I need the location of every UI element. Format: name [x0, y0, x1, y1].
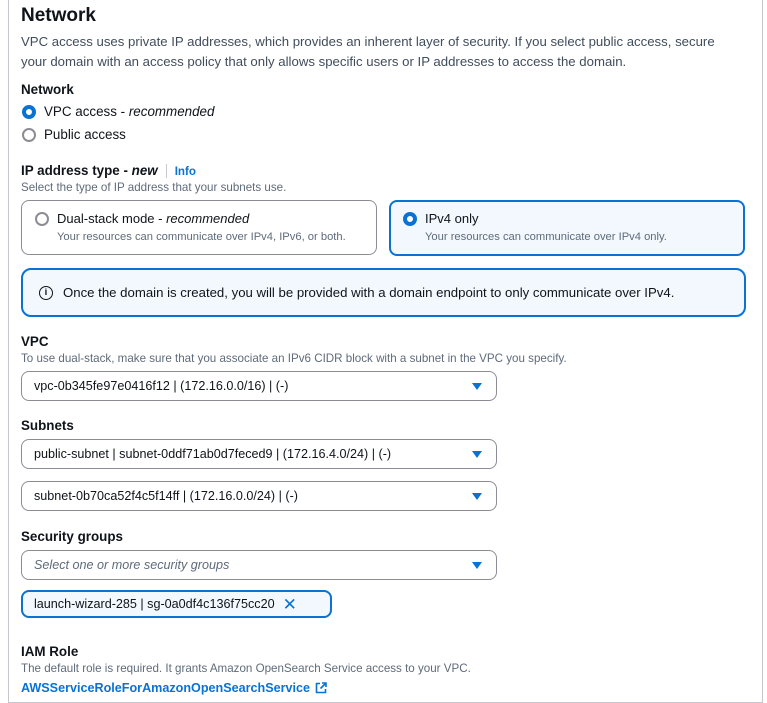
info-separator: [165, 164, 167, 179]
network-label: Network: [21, 82, 74, 97]
radio-vpc-label: VPC access - recommended: [44, 104, 214, 119]
vpc-label: VPC: [21, 334, 49, 349]
iam-role-link-text: AWSServiceRoleForAmazonOpenSearchService: [21, 681, 311, 695]
info-circle-icon: i: [39, 285, 53, 300]
ip-type-label-main: IP address type -: [21, 163, 132, 178]
subnet-select-1[interactable]: public-subnet | subnet-0ddf71ab0d7feced9…: [21, 439, 497, 469]
iam-role-description: The default role is required. It grants …: [21, 662, 471, 675]
section-title: Network: [21, 5, 96, 26]
subnet-select-2[interactable]: subnet-0b70ca52f4c5f14ff | (172.16.0.0/2…: [21, 481, 497, 511]
network-panel: Network VPC access uses private IP addre…: [8, 0, 763, 703]
caret-down-icon: [472, 450, 482, 458]
vpc-select-value: vpc-0b345fe97e0416f12 | (172.16.0.0/16) …: [34, 379, 289, 393]
subnets-label: Subnets: [21, 418, 74, 433]
security-groups-label: Security groups: [21, 529, 123, 544]
tile-dual-stack-title-main: Dual-stack mode -: [57, 211, 167, 226]
security-groups-placeholder: Select one or more security groups: [34, 558, 230, 572]
ip-type-description: Select the type of IP address that your …: [21, 181, 287, 194]
tile-ipv4-only[interactable]: IPv4 only Your resources can communicate…: [389, 200, 745, 256]
info-alert: i Once the domain is created, you will b…: [21, 268, 746, 317]
subnet-select-2-value: subnet-0b70ca52f4c5f14ff | (172.16.0.0/2…: [34, 489, 298, 503]
tile-ipv4-row: IPv4 only: [403, 211, 478, 226]
tile-dual-stack[interactable]: Dual-stack mode - recommended Your resou…: [21, 200, 377, 255]
radio-vpc-label-suffix: recommended: [128, 104, 215, 119]
radio-selected-icon: [403, 211, 417, 226]
tile-dual-stack-subtitle: Your resources can communicate over IPv4…: [57, 231, 346, 243]
radio-public-access[interactable]: Public access: [22, 127, 126, 142]
close-icon[interactable]: ✕: [283, 596, 297, 613]
external-link-icon: [315, 682, 327, 694]
security-group-token-label: launch-wizard-285 | sg-0a0df4c136f75cc20: [34, 597, 275, 611]
vpc-select[interactable]: vpc-0b345fe97e0416f12 | (172.16.0.0/16) …: [21, 371, 497, 401]
tile-ipv4-title: IPv4 only: [425, 211, 479, 226]
radio-vpc-label-main: VPC access -: [44, 104, 129, 119]
iam-role-link[interactable]: AWSServiceRoleForAmazonOpenSearchService: [21, 681, 327, 695]
section-description: VPC access uses private IP addresses, wh…: [21, 34, 715, 69]
iam-role-label: IAM Role: [21, 644, 79, 659]
subnet-select-1-value: public-subnet | subnet-0ddf71ab0d7feced9…: [34, 447, 392, 461]
info-alert-text: Once the domain is created, you will be …: [63, 285, 675, 300]
radio-selected-icon: [22, 104, 36, 119]
caret-down-icon: [472, 382, 482, 390]
tile-dual-stack-row: Dual-stack mode - recommended: [35, 211, 249, 226]
security-group-token: launch-wizard-285 | sg-0a0df4c136f75cc20…: [21, 590, 332, 618]
caret-down-icon: [472, 492, 482, 500]
tile-dual-stack-title-suffix: recommended: [166, 211, 250, 226]
radio-public-label: Public access: [44, 127, 126, 142]
info-link[interactable]: Info: [175, 165, 196, 178]
radio-unselected-icon: [22, 127, 36, 142]
ip-type-label: IP address type - new Info: [21, 163, 196, 179]
radio-unselected-icon: [35, 211, 49, 226]
radio-vpc-access[interactable]: VPC access - recommended: [22, 104, 214, 119]
tile-ipv4-subtitle: Your resources can communicate over IPv4…: [425, 231, 667, 243]
ip-type-label-suffix: new: [131, 163, 158, 178]
caret-down-icon: [472, 561, 482, 569]
tile-dual-stack-title: Dual-stack mode - recommended: [57, 211, 249, 226]
vpc-description: To use dual-stack, make sure that you as…: [21, 352, 567, 365]
security-groups-select[interactable]: Select one or more security groups: [21, 550, 497, 580]
